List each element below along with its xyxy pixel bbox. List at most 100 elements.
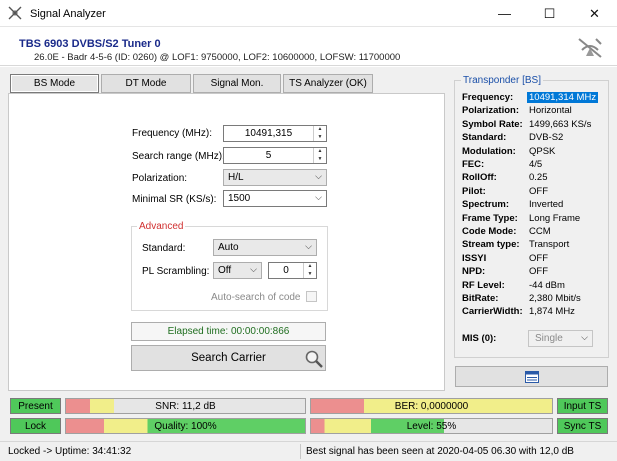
present-indicator: Present	[10, 398, 61, 414]
chevron-down-icon: ⌵	[250, 264, 257, 274]
chevron-down-icon: ⌵	[315, 192, 322, 202]
transponder-row: RF Level: -44 dBm	[455, 280, 610, 293]
pl-code-spin-arrows[interactable]: ▲ ▼	[303, 263, 316, 278]
tab-bs-mode[interactable]: BS Mode	[10, 74, 99, 93]
tuner-info: 26.0E - Badr 4-5-6 (ID: 0260) @ LOF1: 97…	[34, 52, 401, 63]
transponder-row: CarrierWidth: 1,874 MHz	[455, 306, 610, 319]
level-meter: Level: 55%	[310, 418, 553, 434]
spin-down-icon[interactable]: ▼	[314, 134, 326, 142]
standard-value: Auto	[218, 242, 239, 253]
polarization-value: H/L	[228, 172, 244, 183]
maximize-button[interactable]: ☐	[527, 0, 572, 27]
transponder-key: Code Mode:	[462, 226, 517, 237]
transponder-value: OFF	[529, 266, 548, 278]
transponder-value: 0.25	[529, 172, 548, 184]
mis-value: Single	[535, 333, 563, 344]
transponder-key: Modulation:	[462, 145, 516, 157]
transponder-value: DVB-S2	[529, 132, 564, 144]
auto-search-checkbox[interactable]	[306, 291, 317, 302]
spin-down-icon[interactable]: ▼	[304, 271, 316, 279]
spin-up-icon[interactable]: ▲	[304, 263, 316, 271]
transponder-key: Spectrum:	[462, 199, 509, 211]
spin-up-icon[interactable]: ▲	[314, 126, 326, 134]
quality-label: Quality: 100%	[154, 420, 217, 432]
lock-indicator: Lock	[10, 418, 61, 434]
pl-scrambling-label: PL Scrambling:	[142, 266, 210, 277]
pl-code-value: 0	[283, 265, 289, 276]
transponder-value: Horizontal	[529, 105, 572, 117]
mis-select[interactable]: Single ⌵	[528, 330, 593, 347]
minimize-button[interactable]: —	[482, 0, 527, 27]
transponder-key: Pilot:	[462, 185, 486, 197]
tuner-header: TBS 6903 DVBS/S2 Tuner 0 26.0E - Badr 4-…	[0, 28, 617, 66]
title-bar: Signal Analyzer — ☐ ✕	[0, 0, 617, 27]
transponder-panel: Frequency: 10491,314 MHz Polarization: Hori…	[454, 80, 609, 358]
transponder-row: FEC: 4/5	[455, 159, 610, 172]
app-icon	[8, 6, 22, 20]
transponder-title: Transponder [BS]	[461, 75, 544, 86]
level-label: Level: 55%	[406, 420, 457, 432]
transponder-key: Stream type:	[462, 239, 520, 251]
magnifier-icon	[305, 350, 323, 368]
transponder-key: Polarization:	[462, 105, 520, 117]
search-range-value: 5	[265, 150, 272, 161]
frequency-spin-arrows[interactable]: ▲ ▼	[313, 126, 326, 141]
snr-label: SNR: 11,2 dB	[155, 400, 216, 412]
frequency-spinbox[interactable]: 10491,315 ▲ ▼	[223, 125, 327, 142]
search-range-label: Search range (MHz):	[132, 151, 225, 162]
transponder-key: RF Level:	[462, 279, 505, 291]
transponder-key: RollOff:	[462, 172, 497, 184]
transponder-row: Polarization: Horizontal	[455, 105, 610, 118]
transponder-key: FEC:	[462, 159, 485, 170]
pl-scrambling-value: Off	[218, 265, 232, 276]
snr-meter: SNR: 11,2 dB	[65, 398, 306, 414]
transponder-value: 1,874 MHz	[529, 306, 575, 318]
transponder-value: 4/5	[529, 159, 543, 170]
quality-meter: Quality: 100%	[65, 418, 306, 434]
transponder-value[interactable]: 10491,314 MHz	[527, 92, 599, 103]
expand-panel-button[interactable]	[455, 366, 608, 387]
transponder-value: 1499,663 KS/s	[529, 118, 592, 130]
chevron-down-icon: ⌵	[315, 171, 322, 181]
frequency-value: 10491,315	[244, 128, 293, 139]
frequency-label: Frequency (MHz):	[132, 128, 213, 139]
transponder-row: Pilot: OFF	[455, 186, 610, 199]
ber-meter: BER: 0,0000000	[310, 398, 553, 414]
ber-label: BER: 0,0000000	[394, 400, 469, 412]
transponder-key: Standard:	[462, 132, 507, 144]
transponder-key: Frame Type:	[462, 212, 518, 224]
spin-up-icon[interactable]: ▲	[314, 148, 326, 156]
search-carrier-button[interactable]: Search Carrier	[131, 345, 326, 371]
transponder-value: QPSK	[529, 145, 556, 157]
transponder-key: Symbol Rate:	[462, 118, 523, 130]
window-list-icon	[525, 371, 539, 383]
pl-code-spinbox[interactable]: 0 ▲ ▼	[268, 262, 317, 279]
search-range-spinbox[interactable]: 5 ▲ ▼	[223, 147, 327, 164]
transponder-row: Spectrum: Inverted	[455, 199, 610, 212]
transponder-row: Code Mode: CCM	[455, 226, 610, 239]
min-sr-combo[interactable]: 1500 ⌵	[223, 190, 327, 207]
transponder-value: OFF	[529, 252, 548, 264]
standard-label: Standard:	[142, 243, 186, 254]
transponder-key: NPD:	[462, 266, 486, 278]
advanced-legend: Advanced	[137, 221, 186, 232]
search-range-spin-arrows[interactable]: ▲ ▼	[313, 148, 326, 163]
transponder-row: Modulation: QPSK	[455, 146, 610, 159]
transponder-key: CarrierWidth:	[462, 306, 523, 318]
transponder-value: 2,380 Mbit/s	[529, 293, 581, 304]
transponder-row: Symbol Rate: 1499,663 KS/s	[455, 119, 610, 132]
spin-down-icon[interactable]: ▼	[314, 156, 326, 164]
search-carrier-label: Search Carrier	[191, 352, 266, 364]
pl-scrambling-select[interactable]: Off ⌵	[213, 262, 262, 279]
standard-select[interactable]: Auto ⌵	[213, 239, 317, 256]
input-ts-indicator: Input TS	[557, 398, 608, 414]
status-uptime: Locked -> Uptime: 34:41:32	[8, 446, 132, 457]
tab-dt-mode[interactable]: DT Mode	[101, 74, 191, 93]
polarization-select[interactable]: H/L ⌵	[223, 169, 327, 186]
tab-signal-mon[interactable]: Signal Mon.	[193, 74, 281, 93]
min-sr-value: 1500	[228, 193, 251, 204]
tab-ts-analyzer[interactable]: TS Analyzer (OK)	[283, 74, 373, 93]
status-best-signal: Best signal has been seen at 2020-04-05 …	[306, 446, 574, 457]
window-title: Signal Analyzer	[30, 8, 106, 20]
close-button[interactable]: ✕	[572, 0, 617, 27]
